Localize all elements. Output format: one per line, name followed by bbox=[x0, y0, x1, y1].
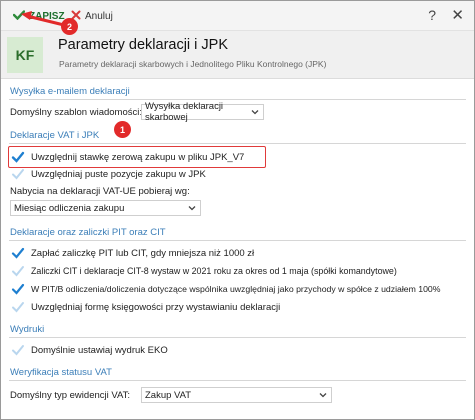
divider bbox=[9, 380, 466, 381]
checkbox-accounting-form[interactable]: Uwzględniaj formę księgowości przy wysta… bbox=[11, 300, 280, 314]
vat-type-label: Domyślny typ ewidencji VAT: bbox=[10, 390, 131, 401]
annotation-arrow-icon bbox=[21, 11, 66, 27]
chevron-down-icon bbox=[188, 204, 196, 215]
help-button[interactable]: ? bbox=[428, 7, 436, 23]
checkbox-label: Zapłać zaliczkę PIT lub CIT, gdy mniejsz… bbox=[31, 247, 255, 259]
vat-type-value: Zakup VAT bbox=[145, 389, 192, 401]
chevron-down-icon bbox=[319, 391, 327, 402]
checkbox-unchecked-icon[interactable] bbox=[11, 167, 25, 181]
checkbox-empty-positions[interactable]: Uwzględniaj puste pozycje zakupu w JPK bbox=[11, 167, 206, 181]
email-template-value: Wysyłka deklaracji skarbowej bbox=[145, 101, 224, 123]
checkbox-unchecked-icon[interactable] bbox=[11, 264, 25, 278]
checkbox-cit-period[interactable]: Zaliczki CIT i deklaracje CIT-8 wystaw w… bbox=[11, 264, 397, 278]
app-logo: KF bbox=[7, 37, 43, 73]
divider bbox=[9, 99, 466, 100]
checkbox-checked-icon[interactable] bbox=[11, 150, 25, 164]
divider bbox=[9, 240, 466, 241]
section-title-vat: Deklaracje VAT i JPK bbox=[10, 130, 100, 141]
checkbox-label: Uwzględnij stawkę zerową zakupu w pliku … bbox=[31, 151, 245, 163]
dialog-window: ZAPISZ Anuluj ? ✕ KF Parametry deklaracj… bbox=[0, 0, 475, 420]
email-template-select[interactable]: Wysyłka deklaracji skarbowej bbox=[141, 101, 264, 123]
section-title-email: Wysyłka e-mailem deklaracji bbox=[10, 86, 130, 97]
checkbox-eko-print[interactable]: Domyślnie ustawiaj wydruk EKO bbox=[11, 343, 168, 357]
checkbox-label: Uwzględniaj puste pozycje zakupu w JPK bbox=[31, 168, 206, 180]
page-subtitle: Parametry deklaracji skarbowych i Jednol… bbox=[59, 59, 327, 69]
close-window-button[interactable]: ✕ bbox=[451, 6, 464, 24]
divider bbox=[9, 337, 466, 338]
vatue-value: Miesiąc odliczenia zakupu bbox=[14, 202, 125, 214]
checkbox-unchecked-icon[interactable] bbox=[11, 300, 25, 314]
checkbox-label: Zaliczki CIT i deklaracje CIT-8 wystaw w… bbox=[31, 266, 397, 276]
checkbox-unchecked-icon[interactable] bbox=[11, 343, 25, 357]
vat-type-select[interactable]: Zakup VAT bbox=[141, 387, 332, 403]
checkbox-label: W PIT/B odliczenia/doliczenia dotyczące … bbox=[31, 284, 441, 294]
checkbox-pitb-partner[interactable]: W PIT/B odliczenia/doliczenia dotyczące … bbox=[11, 282, 440, 296]
checkbox-checked-icon[interactable] bbox=[11, 282, 25, 296]
chevron-down-icon bbox=[251, 108, 259, 119]
divider bbox=[9, 143, 466, 144]
checkbox-checked-icon[interactable] bbox=[11, 246, 25, 260]
checkbox-label: Uwzględniaj formę księgowości przy wysta… bbox=[31, 301, 281, 313]
email-template-label: Domyślny szablon wiadomości: bbox=[10, 107, 142, 118]
annotation-badge-1: 1 bbox=[114, 121, 131, 138]
section-title-pit: Deklaracje oraz zaliczki PIT oraz CIT bbox=[10, 227, 166, 238]
checkbox-pit-advance[interactable]: Zapłać zaliczkę PIT lub CIT, gdy mniejsz… bbox=[11, 246, 254, 260]
vatue-label: Nabycia na deklaracji VAT-UE pobieraj wg… bbox=[10, 186, 190, 197]
section-title-verify: Weryfikacja statusu VAT bbox=[10, 367, 112, 378]
checkbox-zero-rate[interactable]: Uwzględnij stawkę zerową zakupu w pliku … bbox=[11, 150, 244, 164]
checkbox-label: Domyślnie ustawiaj wydruk EKO bbox=[31, 344, 168, 356]
section-title-prints: Wydruki bbox=[10, 324, 45, 335]
vatue-select[interactable]: Miesiąc odliczenia zakupu bbox=[10, 200, 201, 216]
